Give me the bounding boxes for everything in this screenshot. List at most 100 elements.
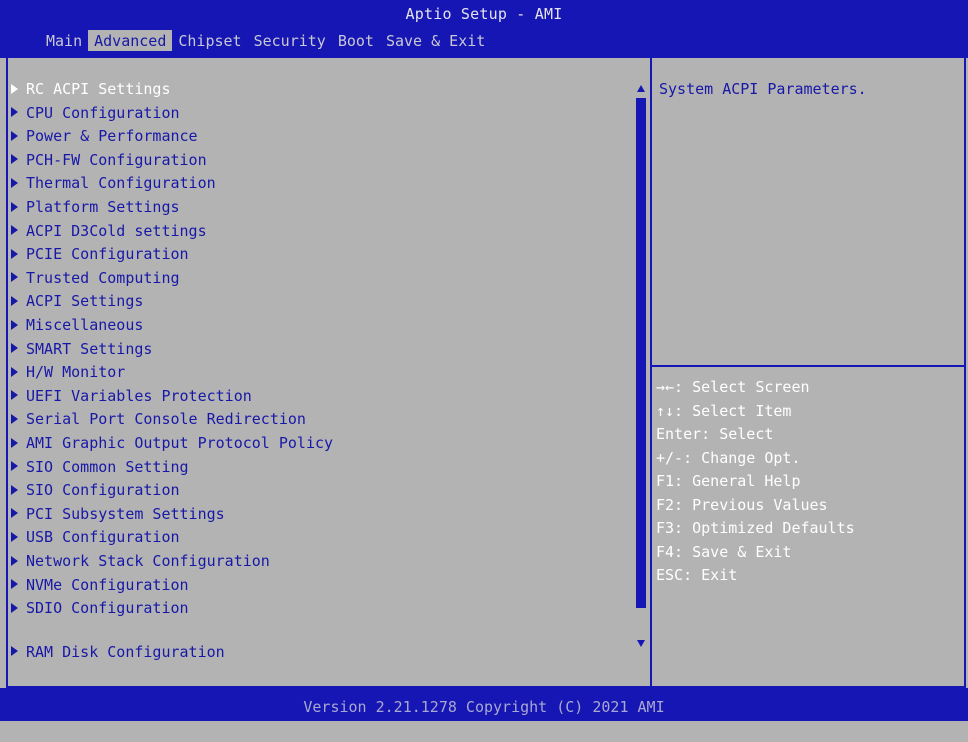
key-hint: +/-: Change Opt. xyxy=(656,448,801,467)
submenu-arrow-icon xyxy=(11,130,18,141)
app-title: Aptio Setup - AMI xyxy=(405,5,563,23)
help-divider xyxy=(652,365,966,367)
submenu-arrow-icon xyxy=(11,437,18,448)
menu-item-label: ACPI D3Cold settings xyxy=(26,221,207,240)
submenu-arrow-icon xyxy=(11,484,18,495)
tab-save-exit[interactable]: Save & Exit xyxy=(380,30,491,51)
menu-item-thermal-configuration[interactable]: Thermal Configuration xyxy=(11,172,216,194)
menu-item-label: PCH-FW Configuration xyxy=(26,150,207,169)
menu-item-label: Platform Settings xyxy=(26,198,180,216)
panel-divider xyxy=(650,58,652,688)
help-description: System ACPI Parameters. xyxy=(659,80,867,98)
menu-item-sio-common-setting[interactable]: SIO Common Setting xyxy=(11,456,189,478)
scroll-down-arrow-icon[interactable] xyxy=(637,640,645,647)
footer-bar: Version 2.21.1278 Copyright (C) 2021 AMI xyxy=(0,688,968,721)
menu-item-sdio-configuration[interactable]: SDIO Configuration xyxy=(11,597,189,619)
menu-item-sio-configuration[interactable]: SIO Configuration xyxy=(11,479,180,501)
key-hint: F2: Previous Values xyxy=(656,495,828,514)
tab-security[interactable]: Security xyxy=(248,30,332,51)
menu-item-acpi-settings[interactable]: ACPI Settings xyxy=(11,290,143,312)
submenu-arrow-icon xyxy=(11,579,18,590)
menu-item-label: SIO Configuration xyxy=(26,481,180,500)
submenu-arrow-icon xyxy=(11,83,18,94)
menu-item-h-w-monitor[interactable]: H/W Monitor xyxy=(11,361,125,383)
scroll-thumb[interactable] xyxy=(636,98,646,608)
submenu-arrow-icon xyxy=(11,390,18,401)
menu-item-label: USB Configuration xyxy=(26,528,180,547)
menu-item-label: Miscellaneous xyxy=(26,316,144,334)
menu-item-miscellaneous[interactable]: Miscellaneous xyxy=(11,314,143,336)
menu-item-label: AMI Graphic Output Protocol Policy xyxy=(26,434,334,452)
menu-item-ram-disk-configuration[interactable]: RAM Disk Configuration xyxy=(11,641,225,663)
menu-item-rc-acpi-settings[interactable]: RC ACPI Settings xyxy=(11,78,171,100)
menu-item-label: CPU Configuration xyxy=(26,103,180,122)
menu-item-pch-fw-configuration[interactable]: PCH-FW Configuration xyxy=(11,149,207,171)
menu-item-label: Thermal Configuration xyxy=(26,174,216,193)
submenu-arrow-icon xyxy=(11,366,18,377)
menu-item-label: Trusted Computing xyxy=(26,268,180,287)
submenu-arrow-icon xyxy=(11,343,18,354)
menu-item-label: SIO Common Setting xyxy=(26,457,189,476)
submenu-arrow-icon xyxy=(11,225,18,236)
submenu-arrow-icon xyxy=(11,319,18,330)
key-hint: ESC: Exit xyxy=(656,566,738,584)
key-legend: →←: Select Screen ↑↓: Select Item Enter: S… xyxy=(656,376,962,588)
menu-item-label: Network Stack Configuration xyxy=(26,552,270,570)
submenu-arrow-icon xyxy=(11,531,18,542)
menu-item-platform-settings[interactable]: Platform Settings xyxy=(11,196,180,218)
menu-item-cpu-configuration[interactable]: CPU Configuration xyxy=(11,102,180,124)
submenu-arrow-icon xyxy=(11,555,18,566)
tab-boot[interactable]: Boot xyxy=(332,30,380,51)
key-hint: ↑↓: Select Item xyxy=(656,401,792,420)
menu-item-label: PCIE Configuration xyxy=(26,245,189,264)
menu-item-trusted-computing[interactable]: Trusted Computing xyxy=(11,267,180,289)
menu-item-acpi-d3cold-settings[interactable]: ACPI D3Cold settings xyxy=(11,220,207,242)
scroll-up-arrow-icon[interactable] xyxy=(637,85,645,92)
submenu-arrow-icon xyxy=(11,248,18,259)
menu-item-label: Power & Performance xyxy=(26,127,198,146)
key-hint: →←: Select Screen xyxy=(656,378,810,396)
menu-item-label: NVMe Configuration xyxy=(26,575,189,594)
menu-item-label: Serial Port Console Redirection xyxy=(26,410,306,429)
menu-item-label: ACPI Settings xyxy=(26,292,144,311)
menu-item-label: PCI Subsystem Settings xyxy=(26,504,225,523)
submenu-arrow-icon xyxy=(11,154,18,165)
menu-item-usb-configuration[interactable]: USB Configuration xyxy=(11,526,180,548)
menu-item-label: RC ACPI Settings xyxy=(26,80,171,98)
submenu-arrow-icon xyxy=(11,508,18,519)
menu-item-label: UEFI Variables Protection xyxy=(26,386,252,405)
menu-item-label: SDIO Configuration xyxy=(26,599,189,618)
menu-item-pci-subsystem-settings[interactable]: PCI Subsystem Settings xyxy=(11,503,225,525)
submenu-arrow-icon xyxy=(11,646,18,657)
menu-item-uefi-variables-protection[interactable]: UEFI Variables Protection xyxy=(11,385,252,407)
menu-item-label: RAM Disk Configuration xyxy=(26,642,225,661)
key-hint: F3: Optimized Defaults xyxy=(656,519,855,537)
menu-tabs: Main Advanced Chipset Security Boot Save & Ex… xyxy=(40,30,491,52)
menu-item-ami-graphic-output-protocol-policy[interactable]: AMI Graphic Output Protocol Policy xyxy=(11,432,333,454)
submenu-arrow-icon xyxy=(11,413,18,424)
submenu-arrow-icon xyxy=(11,295,18,306)
scrollbar[interactable] xyxy=(634,82,648,650)
submenu-arrow-icon xyxy=(11,201,18,212)
key-hint: Enter: Select xyxy=(656,425,774,443)
menu-item-smart-settings[interactable]: SMART Settings xyxy=(11,338,152,360)
key-hint: F1: General Help xyxy=(656,472,801,490)
menu-item-serial-port-console-redirection[interactable]: Serial Port Console Redirection xyxy=(11,408,306,430)
menu-item-network-stack-configuration[interactable]: Network Stack Configuration xyxy=(11,550,270,572)
tab-chipset[interactable]: Chipset xyxy=(172,30,247,51)
menu-item-nvme-configuration[interactable]: NVMe Configuration xyxy=(11,574,189,596)
tab-advanced[interactable]: Advanced xyxy=(88,30,173,51)
version-copyright: Version 2.21.1278 Copyright (C) 2021 AMI xyxy=(303,698,665,716)
menu-item-pcie-configuration[interactable]: PCIE Configuration xyxy=(11,243,189,265)
submenu-arrow-icon xyxy=(11,107,18,118)
menu-item-power-performance[interactable]: Power & Performance xyxy=(11,125,198,147)
tab-main[interactable]: Main xyxy=(40,30,88,51)
menu-item-label: H/W Monitor xyxy=(26,363,126,382)
submenu-arrow-icon xyxy=(11,272,18,283)
menu-item-label: SMART Settings xyxy=(26,339,153,358)
key-hint: F4: Save & Exit xyxy=(656,542,792,561)
submenu-arrow-icon xyxy=(11,602,18,613)
title-bar: Aptio Setup - AMI Main Advanced Chipset Sec… xyxy=(0,0,968,58)
submenu-arrow-icon xyxy=(11,177,18,188)
submenu-arrow-icon xyxy=(11,461,18,472)
